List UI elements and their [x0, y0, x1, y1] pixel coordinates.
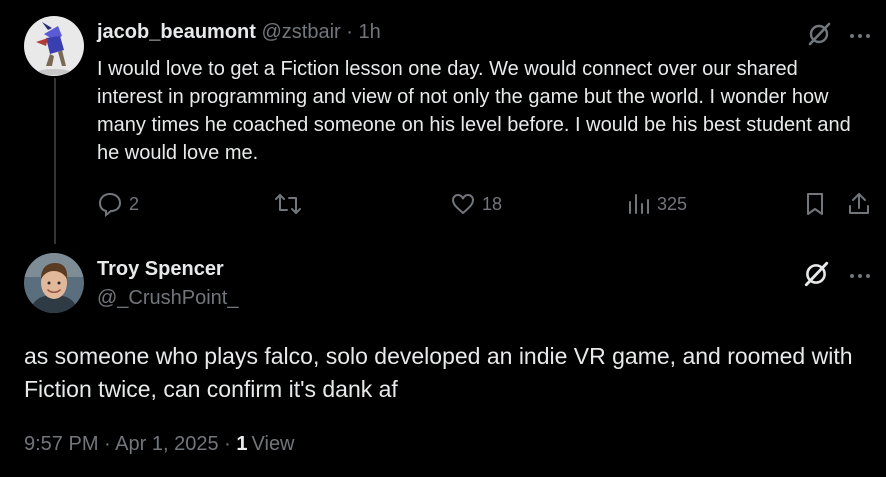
bookmark-icon: [804, 191, 826, 217]
like-count: 18: [482, 193, 503, 214]
timestamp[interactable]: 1h: [359, 21, 381, 43]
bookmark-button[interactable]: [804, 188, 826, 220]
views-label: View: [251, 433, 295, 455]
separator-dot: ·: [346, 21, 353, 43]
reply-button[interactable]: 2: [97, 188, 139, 220]
views-count: 325: [657, 193, 688, 214]
tweet-text: as someone who plays falco, solo develop…: [24, 343, 853, 402]
reply-header: jacob_beaumont @zstbair · 1h: [97, 20, 381, 44]
separator-dot: ·: [104, 433, 111, 455]
avatar[interactable]: [24, 16, 84, 76]
more-icon[interactable]: [848, 268, 872, 286]
reply-count: 2: [129, 193, 140, 214]
grok-icon[interactable]: [802, 260, 830, 293]
user-handle[interactable]: @zstbair: [261, 21, 340, 43]
views-count: 1: [236, 433, 248, 455]
share-icon: [846, 191, 872, 217]
display-name[interactable]: Troy Spencer: [97, 257, 224, 281]
views-button[interactable]: 325: [627, 188, 687, 220]
repost-button[interactable]: [274, 188, 308, 220]
views-icon: [627, 192, 651, 216]
like-button[interactable]: 18: [450, 188, 502, 220]
post-date[interactable]: Apr 1, 2025: [115, 433, 218, 455]
tweet-meta: 9:57 PM · Apr 1, 2025 · 1 View: [24, 431, 295, 457]
post-time[interactable]: 9:57 PM: [24, 433, 98, 455]
avatar[interactable]: [24, 253, 84, 313]
separator-dot: ·: [224, 433, 231, 455]
user-handle[interactable]: @_CrushPoint_: [97, 286, 238, 310]
grok-icon[interactable]: [806, 21, 832, 52]
like-icon: [450, 191, 476, 217]
action-bar: 2 18 325: [0, 188, 886, 220]
display-name[interactable]: jacob_beaumont: [97, 21, 256, 43]
share-button[interactable]: [846, 188, 872, 220]
reply-icon: [97, 191, 123, 217]
more-icon[interactable]: [848, 28, 872, 46]
repost-icon: [274, 191, 302, 217]
tweet-text: I would love to get a Fiction lesson one…: [97, 58, 851, 164]
